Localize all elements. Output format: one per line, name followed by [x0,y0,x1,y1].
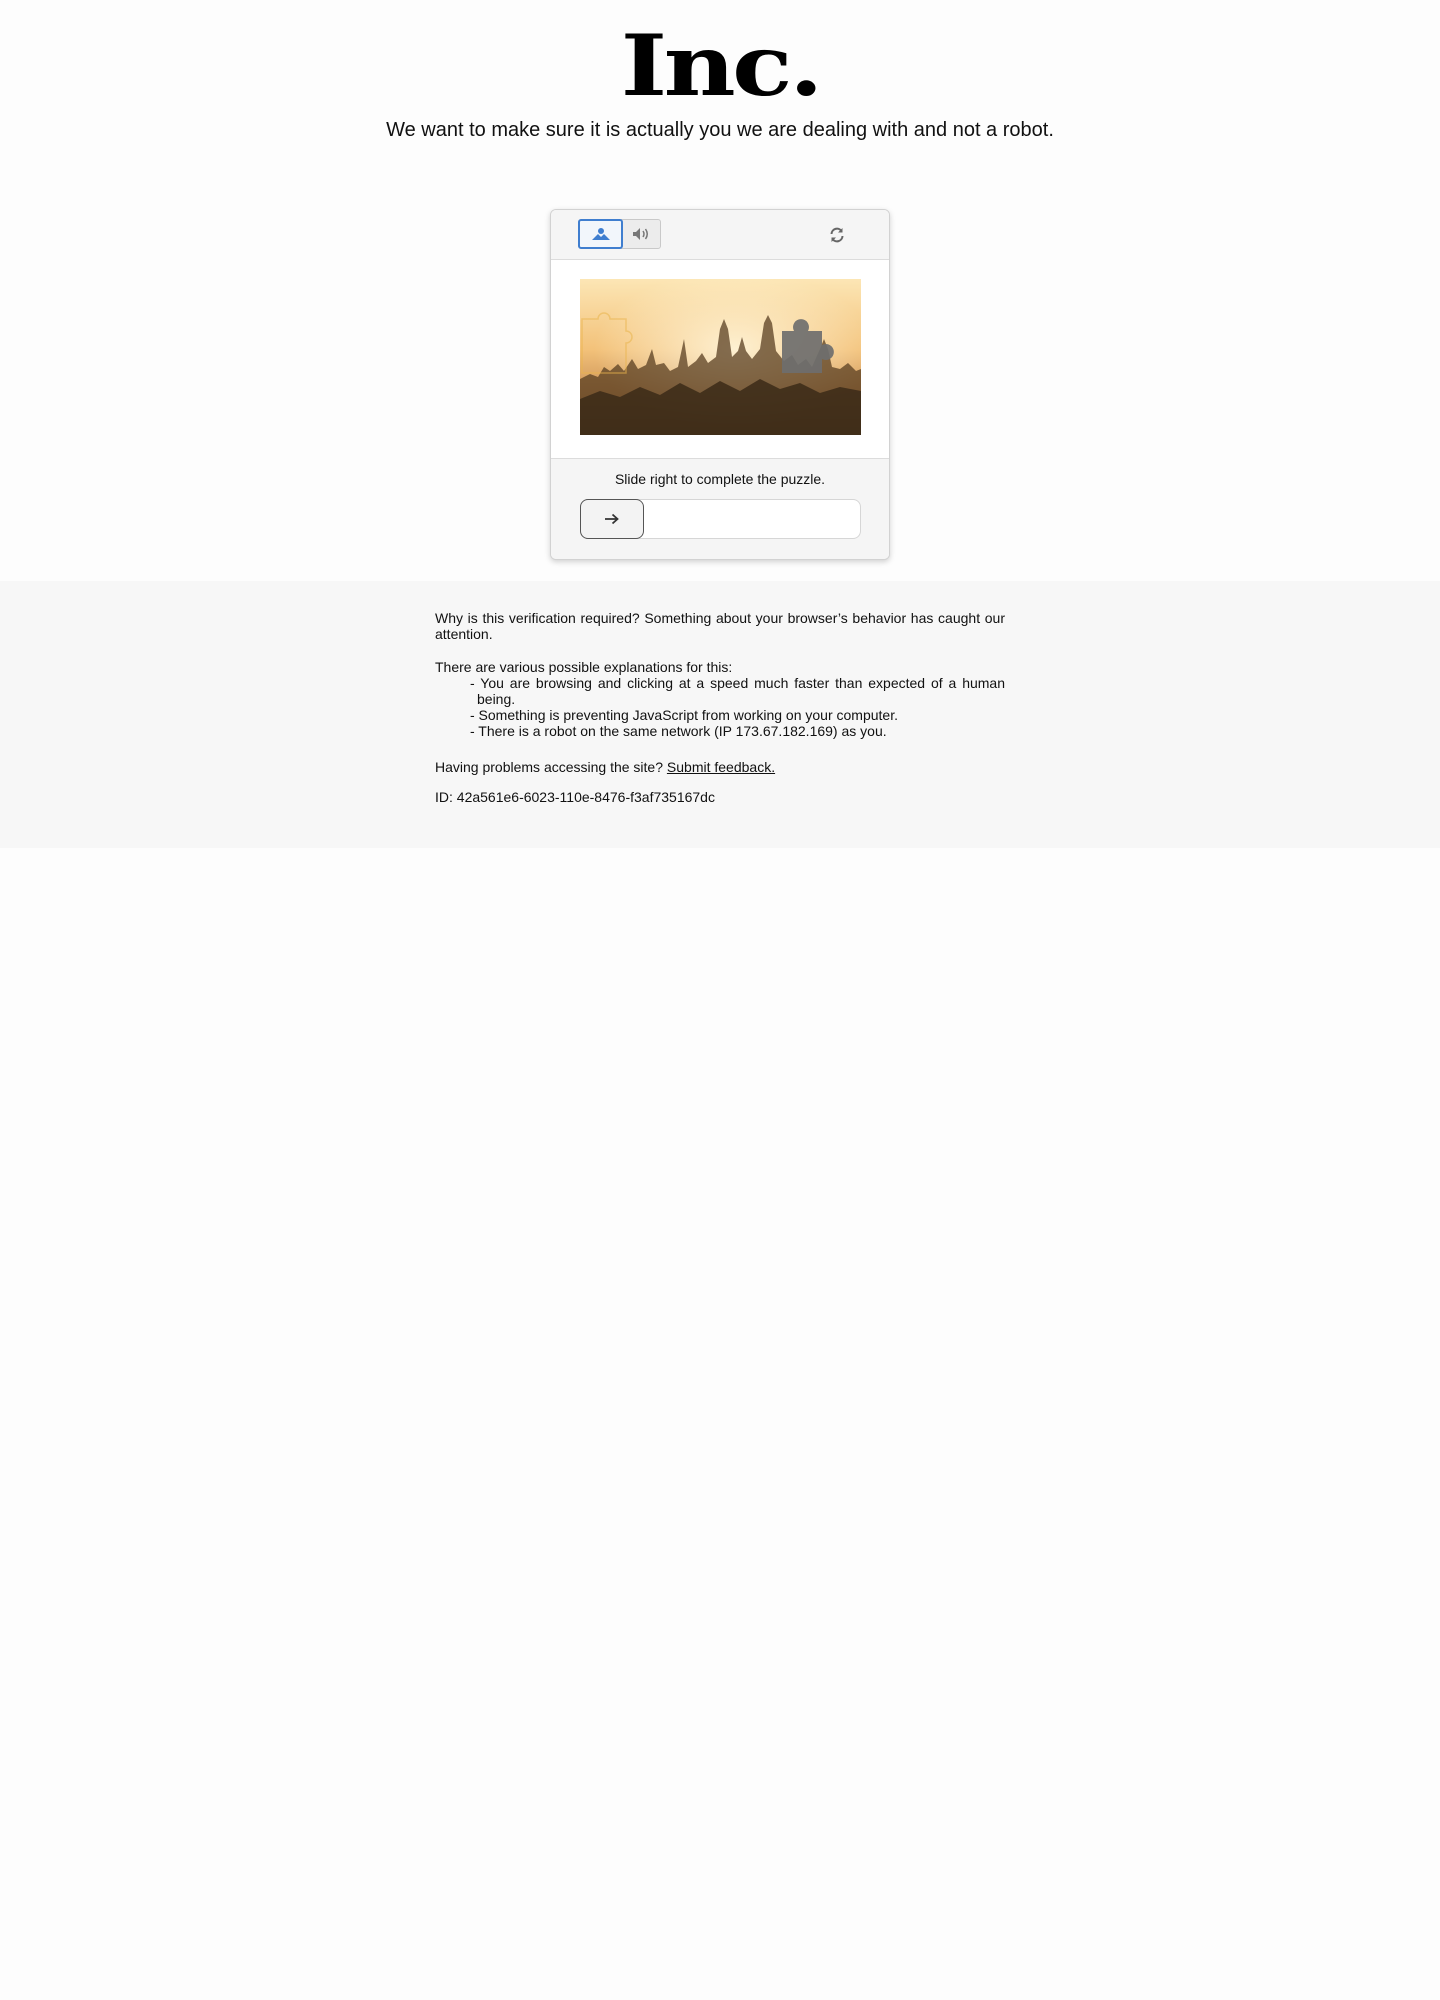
problems-line: Having problems accessing the site? Subm… [435,759,1005,775]
slider-instruction: Slide right to complete the puzzle. [614,471,826,487]
verification-tagline: We want to make sure it is actually you … [386,119,1054,141]
refresh-button[interactable] [826,224,848,246]
speaker-icon [633,228,648,240]
reason-item: - You are browsing and clicking at a spe… [470,675,1005,707]
arrow-right-icon [605,513,619,525]
puzzle-image [580,279,861,435]
problems-text: Having problems accessing the site? [435,759,664,775]
info-section: Why is this verification required? Somet… [0,581,1440,848]
captcha-widget: Slide right to complete the puzzle. [550,209,890,560]
reason-item: - Something is preventing JavaScript fro… [470,707,898,723]
reference-id: ID: 42a561e6-6023-110e-8476-f3af735167dc [435,789,715,805]
reasons-intro: There are various possible explanations … [435,659,733,675]
page-header: Inc. We want to make sure it is actually… [0,0,1440,142]
inc-logo: Inc. [620,16,823,115]
image-icon [591,228,610,240]
slider-section: Slide right to complete the puzzle. [551,459,889,559]
submit-feedback-link[interactable]: Submit feedback. [667,759,775,775]
puzzle-area [551,260,889,459]
image-mode-button[interactable] [578,219,623,249]
info-content: Why is this verification required? Somet… [435,610,1005,805]
audio-mode-button[interactable] [621,219,661,249]
slider-handle[interactable] [580,499,644,539]
captcha-toolbar [551,210,889,260]
refresh-icon [830,227,844,243]
why-text: Why is this verification required? Somet… [435,610,1005,642]
reasons-list: - You are browsing and clicking at a spe… [435,675,1005,739]
reason-item: - There is a robot on the same network (… [470,723,887,739]
